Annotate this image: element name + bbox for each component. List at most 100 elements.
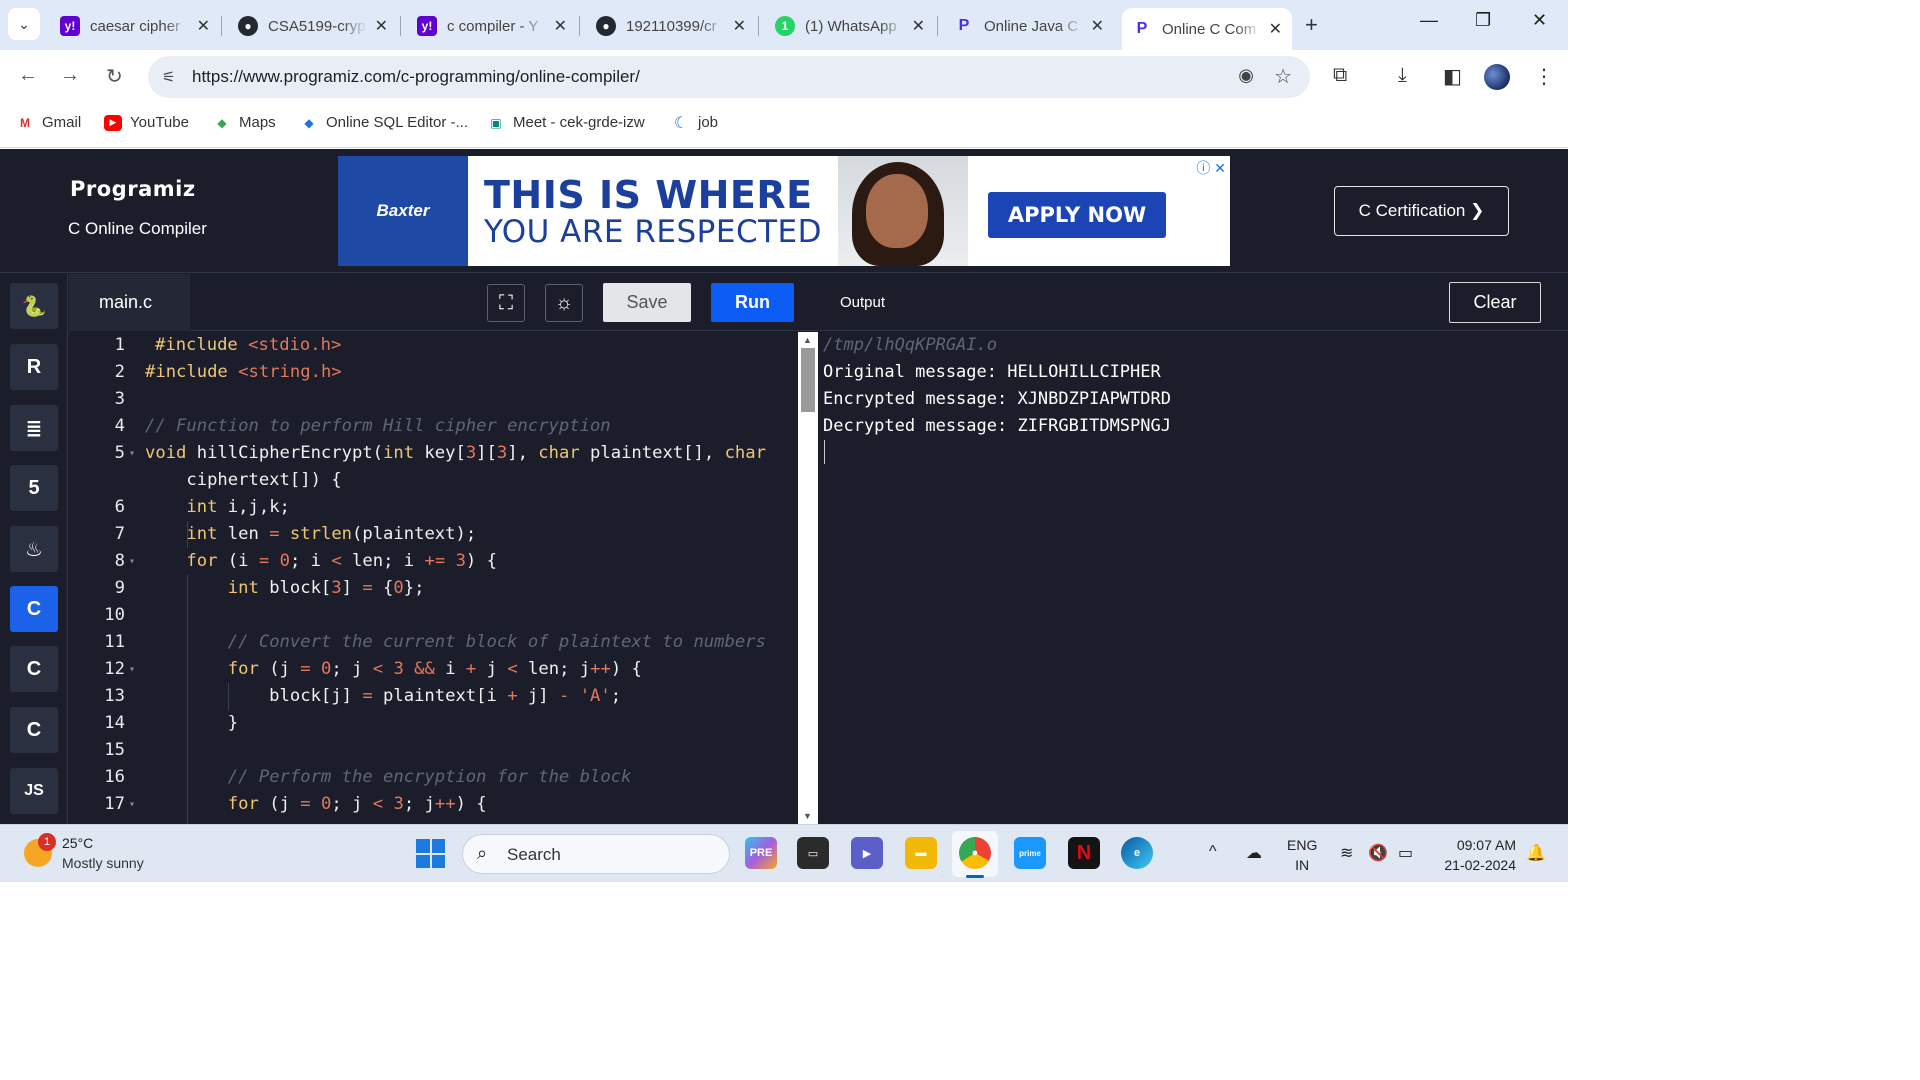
task-view-icon[interactable]: ▭ [797,837,829,869]
back-icon[interactable]: ← [18,64,38,87]
teams-chat-icon[interactable]: ▶ [851,837,883,869]
r-icon[interactable]: R [10,344,58,390]
cpp-icon[interactable]: C [10,646,58,692]
tab-search-button[interactable]: ⌄ [8,8,40,40]
sql-icon[interactable]: ≣ [10,405,58,451]
tab-online-java[interactable]: P Online Java C ✕ [944,8,1114,44]
tab-caesar-cipher[interactable]: y! caesar cipher ✕ [50,8,220,44]
github-icon: ● [238,16,258,36]
tab-strip: ⌄ y! caesar cipher ✕ ● CSA5199-cryp ✕ y!… [0,0,1568,50]
volume-muted-icon[interactable]: 🔇 [1368,843,1388,863]
site-info-icon[interactable]: ⚟ [162,68,175,86]
html-icon[interactable]: 5 [10,465,58,511]
bookmark-meet[interactable]: ▣ Meet - cek-grde-izw [487,114,644,131]
chevron-up-icon[interactable]: ^ [1209,843,1217,861]
yahoo-icon: y! [60,16,80,36]
tab-separator [221,16,222,36]
copilot-icon[interactable]: PRE [745,837,777,869]
eye-off-icon[interactable]: ◉ [1238,65,1254,86]
bookmarks-bar: M Gmail ▶ YouTube ◆ Maps ◆ Online SQL Ed… [0,104,1568,148]
tab-whatsapp[interactable]: 1 (1) WhatsApp ✕ [765,8,935,44]
notification-bell-icon[interactable]: 🔔 [1526,843,1546,863]
close-tab-icon[interactable]: ✕ [733,16,746,36]
menu-icon[interactable]: ⋮ [1534,64,1554,89]
bookmark-maps[interactable]: ◆ Maps [213,114,275,131]
battery-icon[interactable]: ▭ [1398,843,1413,863]
fullscreen-icon[interactable]: ⛶ [487,284,525,322]
code-line: 2 #include <string.h> [114,362,342,382]
fold-arrow-icon[interactable]: ▾ [129,791,135,818]
wifi-icon[interactable]: ≋ [1340,843,1353,863]
tab-github-repo[interactable]: ● 192110399/cr ✕ [586,8,756,44]
netflix-icon[interactable]: N [1068,837,1100,869]
url-text[interactable]: https://www.programiz.com/c-programming/… [192,67,640,87]
output-console[interactable]: /tmp/lhQqKPRGAI.o Original message: HELL… [819,332,1568,824]
cloud-icon[interactable]: ☁ [1246,843,1262,863]
bookmark-sql-editor[interactable]: ◆ Online SQL Editor -... [300,114,468,131]
programiz-logo[interactable]: Programiz [70,177,196,201]
close-tab-icon[interactable]: ✕ [1091,16,1104,36]
close-tab-icon[interactable]: ✕ [554,16,567,36]
bookmark-job[interactable]: ☾ job [672,114,718,132]
extensions-icon[interactable]: ⧉ [1333,64,1347,87]
advertisement-banner[interactable]: Baxter THIS IS WHERE YOU ARE RESPECTED A… [338,156,1230,266]
java-icon[interactable]: ♨ [10,526,58,572]
js-icon[interactable]: JS [10,768,58,814]
close-tab-icon[interactable]: ✕ [1269,19,1282,39]
address-bar[interactable]: ⚟ https://www.programiz.com/c-programmin… [148,56,1310,98]
close-tab-icon[interactable]: ✕ [197,16,210,36]
ad-apply-button[interactable]: APPLY NOW [988,192,1166,238]
certification-button[interactable]: C Certification ❯ [1334,186,1509,236]
fold-arrow-icon[interactable]: ▾ [129,440,135,467]
code-line: 14 } [104,713,239,733]
ad-choices-icon[interactable]: ⓘ ✕ [1196,158,1226,178]
tab-online-c-compiler[interactable]: P Online C Com ✕ [1122,8,1292,50]
code-line: 16 // Perform the encryption for the blo… [104,767,632,787]
csharp-icon[interactable]: C [10,707,58,753]
file-explorer-icon[interactable]: ▬ [905,837,937,869]
new-tab-icon[interactable]: + [1305,12,1318,38]
language-indicator[interactable]: ENG IN [1287,835,1317,875]
scroll-thumb[interactable] [801,348,815,412]
windows-start-icon[interactable] [416,839,445,868]
taskbar-search[interactable]: ⌕ Search [462,834,730,874]
run-button[interactable]: Run [711,283,794,322]
programiz-icon: P [958,17,970,34]
bookmark-gmail[interactable]: M Gmail [16,114,81,131]
code-editor[interactable]: 1 #include <stdio.h> 2 #include <string.h>… [69,332,797,824]
reload-icon[interactable]: ↻ [106,64,123,89]
whatsapp-icon: 1 [775,16,795,36]
clear-button[interactable]: Clear [1449,282,1541,323]
theme-toggle-icon[interactable]: ☼ [545,284,583,322]
close-tab-icon[interactable]: ✕ [912,16,925,36]
tab-c-compiler-yahoo[interactable]: y! c compiler - Y ✕ [407,8,577,44]
close-tab-icon[interactable]: ✕ [375,16,388,36]
tab-csa5199[interactable]: ● CSA5199-cryp ✕ [228,8,398,44]
temperature[interactable]: 25°C [62,835,93,851]
scroll-down-icon[interactable]: ▼ [803,811,812,821]
fold-arrow-icon[interactable]: ▾ [129,656,135,683]
restore-icon[interactable]: ❐ [1475,10,1491,31]
forward-icon[interactable]: → [60,64,80,87]
clock[interactable]: 09:07 AM 21-02-2024 [1436,835,1516,875]
download-icon[interactable]: ⤓ [1398,64,1407,87]
editor-scrollbar[interactable]: ▲ ▼ [798,332,818,824]
minimize-icon[interactable]: — [1420,10,1438,31]
bookmark-youtube[interactable]: ▶ YouTube [104,114,189,131]
weather-description[interactable]: Mostly sunny [62,855,144,871]
c-icon[interactable]: C [10,586,58,632]
scroll-up-icon[interactable]: ▲ [803,335,812,345]
profile-avatar[interactable] [1484,64,1510,90]
fold-arrow-icon[interactable]: ▾ [129,548,135,575]
sql-icon: ◆ [304,115,314,130]
edge-icon[interactable]: e [1121,837,1153,869]
close-window-icon[interactable]: ✕ [1532,10,1547,31]
prime-video-icon[interactable]: prime [1014,837,1046,869]
side-panel-icon[interactable]: ◧ [1443,64,1462,89]
save-button[interactable]: Save [603,283,691,322]
python-icon[interactable]: 🐍 [10,283,58,329]
bookmark-star-icon[interactable]: ☆ [1274,64,1292,89]
maps-icon: ◆ [217,115,227,130]
chrome-icon[interactable]: ● [959,837,991,869]
file-tab[interactable]: main.c [69,274,190,331]
